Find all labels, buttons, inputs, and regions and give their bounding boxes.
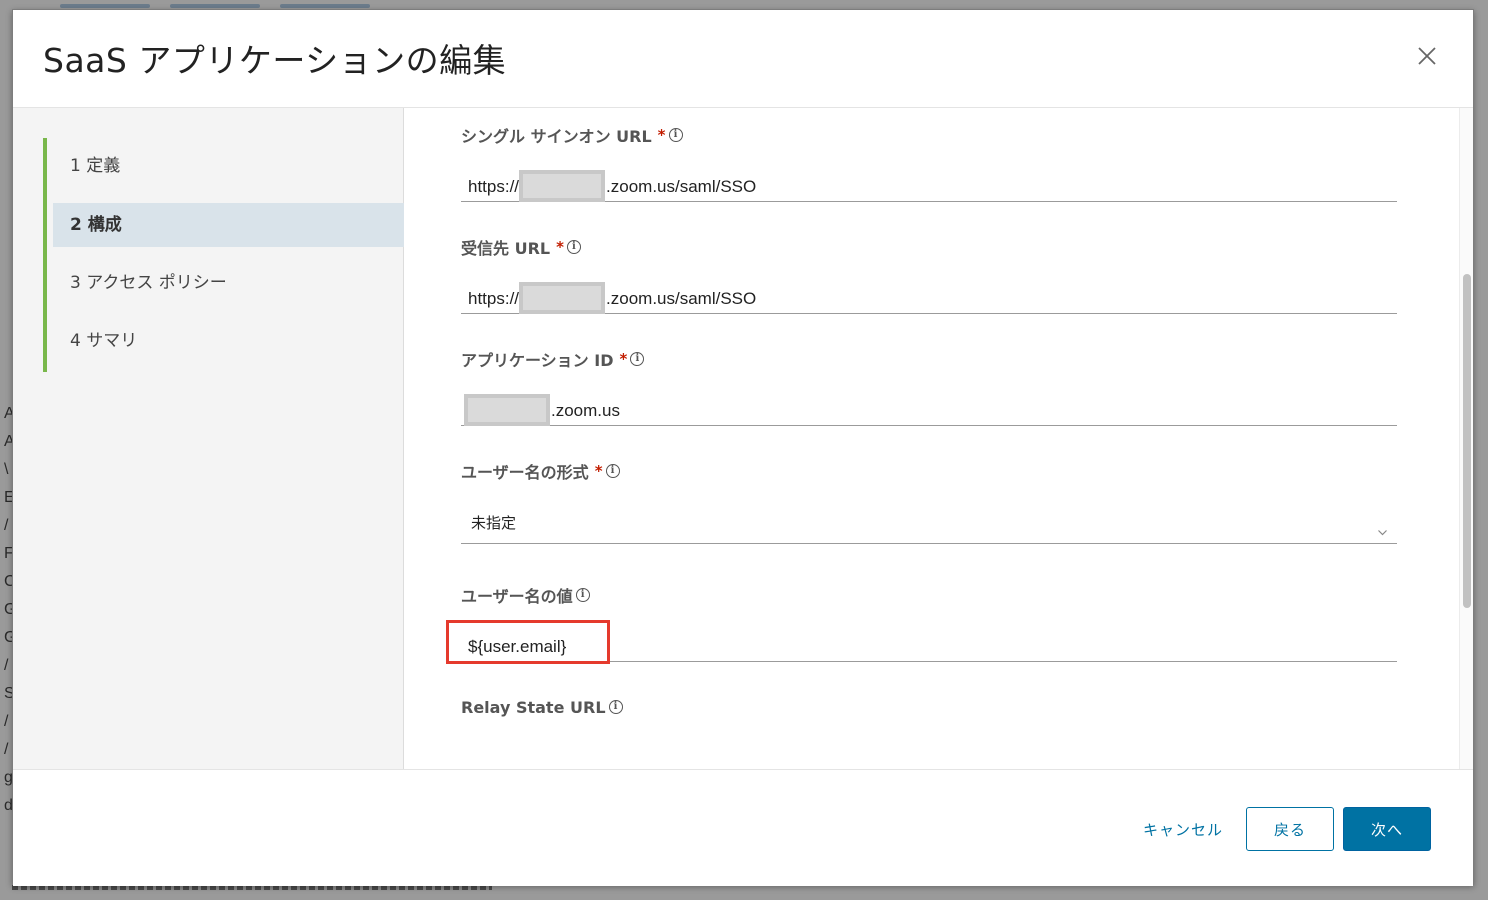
application-id-label-text: アプリケーション ID bbox=[461, 351, 614, 370]
info-icon[interactable]: i bbox=[668, 128, 683, 142]
configuration-form: シングル サインオン URL * i https:// .zoom.us/sam… bbox=[405, 108, 1473, 769]
recipient-url-suffix: .zoom.us/saml/SSO bbox=[606, 289, 757, 308]
info-icon[interactable]: i bbox=[605, 464, 620, 478]
wizard-steps-sidebar: 1 定義 2 構成 3 アクセス ポリシー 4 サマリ bbox=[13, 108, 404, 769]
recipient-url-input[interactable]: https:// .zoom.us/saml/SSO bbox=[461, 278, 1397, 314]
username-format-field: ユーザー名の形式 * i 未指定 bbox=[461, 460, 1397, 544]
highlight-annotation bbox=[446, 620, 610, 664]
recipient-url-label: 受信先 URL * i bbox=[461, 236, 1397, 258]
next-button[interactable]: 次へ bbox=[1343, 807, 1431, 851]
step-progress-rail bbox=[43, 138, 47, 372]
modal-title: SaaS アプリケーションの編集 bbox=[43, 41, 507, 80]
step-access-policy[interactable]: 3 アクセス ポリシー bbox=[53, 261, 404, 305]
username-value-input[interactable]: ${user.email} bbox=[446, 620, 1397, 664]
modal-footer: キャンセル 戻る 次へ bbox=[13, 769, 1473, 886]
modal-header: SaaS アプリケーションの編集 bbox=[13, 10, 1473, 108]
username-format-label: ユーザー名の形式 * i bbox=[461, 460, 1397, 482]
required-marker: * bbox=[619, 350, 628, 368]
recipient-url-field: 受信先 URL * i https:// .zoom.us/saml/SSO bbox=[461, 236, 1397, 314]
relay-state-url-label: Relay State URL i bbox=[461, 696, 1397, 718]
close-icon[interactable] bbox=[1415, 44, 1439, 68]
username-format-label-text: ユーザー名の形式 bbox=[461, 463, 589, 482]
recipient-url-prefix: https:// bbox=[468, 289, 520, 308]
application-id-input[interactable]: .zoom.us bbox=[461, 390, 1397, 426]
scrollbar[interactable] bbox=[1459, 108, 1473, 769]
required-marker: * bbox=[657, 126, 666, 144]
required-marker: * bbox=[556, 238, 564, 256]
sso-url-prefix: https:// bbox=[468, 177, 520, 196]
cancel-button[interactable]: キャンセル bbox=[1133, 807, 1233, 851]
step-definition[interactable]: 1 定義 bbox=[53, 144, 404, 188]
redacted-subdomain bbox=[519, 170, 606, 202]
sso-url-label-text: シングル サインオン URL bbox=[461, 127, 652, 146]
info-icon[interactable]: i bbox=[630, 352, 645, 366]
back-button[interactable]: 戻る bbox=[1246, 807, 1334, 851]
sso-url-field: シングル サインオン URL * i https:// .zoom.us/sam… bbox=[461, 124, 1397, 202]
relay-state-url-input[interactable] bbox=[461, 736, 1397, 769]
application-id-label: アプリケーション ID * i bbox=[461, 348, 1397, 370]
chevron-down-icon bbox=[1378, 524, 1387, 536]
username-format-value: 未指定 bbox=[471, 515, 517, 532]
username-format-select[interactable]: 未指定 bbox=[461, 508, 1397, 544]
backdrop-tabs bbox=[60, 4, 370, 8]
application-id-suffix: .zoom.us bbox=[551, 401, 620, 420]
sso-url-suffix: .zoom.us/saml/SSO bbox=[606, 177, 757, 196]
sso-url-input[interactable]: https:// .zoom.us/saml/SSO bbox=[461, 166, 1397, 202]
step-summary[interactable]: 4 サマリ bbox=[53, 319, 404, 363]
info-icon[interactable]: i bbox=[566, 240, 581, 254]
backdrop-text: A A \ E / F C G G / S / / g d bbox=[4, 405, 12, 814]
redacted-subdomain bbox=[519, 282, 606, 314]
relay-state-url-field: Relay State URL i bbox=[461, 696, 1397, 769]
step-configuration[interactable]: 2 構成 bbox=[53, 203, 404, 247]
edit-saas-app-dialog: SaaS アプリケーションの編集 1 定義 2 構成 3 アクセス ポリシー 4… bbox=[12, 9, 1474, 886]
scrollbar-thumb[interactable] bbox=[1463, 274, 1471, 608]
required-marker: * bbox=[594, 462, 603, 480]
redacted-subdomain bbox=[464, 394, 550, 426]
application-id-field: アプリケーション ID * i .zoom.us bbox=[461, 348, 1397, 426]
username-value-label-text: ユーザー名の値 bbox=[461, 587, 573, 606]
sso-url-label: シングル サインオン URL * i bbox=[461, 124, 1397, 146]
recipient-url-label-text: 受信先 URL bbox=[461, 239, 551, 258]
username-value-field: ユーザー名の値 i ${user.email} bbox=[446, 584, 1397, 664]
info-icon[interactable]: i bbox=[608, 700, 623, 714]
info-icon[interactable]: i bbox=[575, 588, 590, 602]
relay-state-url-label-text: Relay State URL bbox=[461, 697, 606, 717]
username-value-label: ユーザー名の値 i bbox=[461, 584, 1397, 606]
